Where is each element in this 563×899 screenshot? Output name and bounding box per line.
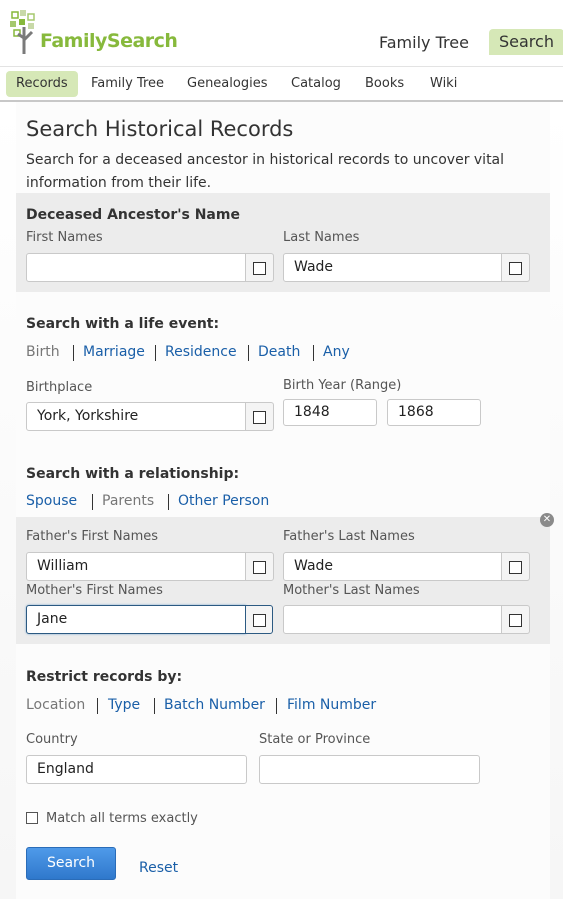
tab-birth[interactable]: Birth: [26, 344, 60, 360]
search-button[interactable]: Search: [26, 847, 116, 880]
familysearch-tree-logo-icon[interactable]: [10, 10, 40, 54]
mother-first-label: Mother's First Names: [26, 583, 163, 598]
country-input[interactable]: England: [26, 755, 247, 784]
site-header: FamilySearch Family Tree Search: [0, 0, 563, 66]
page-description: Search for a deceased ancestor in histor…: [26, 152, 505, 191]
father-first-input[interactable]: William: [26, 552, 246, 581]
tab-film-number[interactable]: Film Number: [287, 697, 376, 713]
tab-other-person[interactable]: Other Person: [178, 493, 269, 509]
mother-last-exact-checkbox[interactable]: [502, 605, 530, 634]
tab-separator: [313, 345, 314, 361]
first-names-label: First Names: [26, 230, 103, 245]
birthplace-label: Birthplace: [26, 380, 93, 395]
top-nav-family-tree[interactable]: Family Tree: [379, 33, 469, 52]
birthplace-input[interactable]: York, Yorkshire: [26, 402, 246, 431]
last-names-label: Last Names: [283, 230, 360, 245]
page-title: Search Historical Records: [26, 117, 294, 141]
subnav-catalog[interactable]: Catalog: [291, 71, 341, 97]
father-last-exact-checkbox[interactable]: [502, 552, 530, 581]
country-label: Country: [26, 732, 78, 747]
subnav-family-tree[interactable]: Family Tree: [91, 71, 164, 97]
sub-navigation: Records Family Tree Genealogies Catalog …: [0, 66, 563, 102]
tab-separator: [168, 494, 169, 510]
last-names-exact-checkbox[interactable]: [502, 253, 530, 282]
birth-year-from-input[interactable]: 1848: [283, 399, 377, 426]
tab-batch-number[interactable]: Batch Number: [164, 697, 265, 713]
logo-text[interactable]: FamilySearch: [40, 30, 178, 52]
tab-separator: [97, 698, 98, 714]
tab-separator: [155, 345, 156, 361]
top-nav-search[interactable]: Search: [489, 29, 563, 55]
tab-type[interactable]: Type: [108, 697, 140, 713]
tab-separator: [154, 698, 155, 714]
subnav-records[interactable]: Records: [6, 71, 78, 97]
subnav-genealogies[interactable]: Genealogies: [187, 71, 267, 97]
father-last-input[interactable]: Wade: [283, 552, 502, 581]
mother-last-input[interactable]: [283, 605, 502, 634]
mother-last-label: Mother's Last Names: [283, 583, 420, 598]
subnav-books[interactable]: Books: [365, 71, 404, 97]
subnav-wiki[interactable]: Wiki: [430, 71, 457, 97]
birthplace-exact-checkbox[interactable]: [246, 402, 274, 431]
tab-separator: [92, 494, 93, 510]
mother-first-input[interactable]: Jane: [26, 605, 246, 634]
life-event-title: Search with a life event:: [26, 316, 220, 332]
close-icon[interactable]: ✕: [540, 513, 554, 527]
first-names-input[interactable]: [26, 253, 246, 282]
birth-year-to-input[interactable]: 1868: [387, 399, 481, 426]
tab-residence[interactable]: Residence: [165, 344, 237, 360]
name-section-title: Deceased Ancestor's Name: [26, 207, 240, 223]
father-first-exact-checkbox[interactable]: [246, 552, 274, 581]
mother-first-exact-checkbox[interactable]: [245, 605, 273, 634]
tab-separator: [248, 345, 249, 361]
match-exact-checkbox[interactable]: [26, 812, 38, 824]
birth-year-label: Birth Year (Range): [283, 378, 402, 393]
tab-location[interactable]: Location: [26, 697, 85, 713]
state-label: State or Province: [259, 732, 371, 747]
last-names-input[interactable]: Wade: [283, 253, 502, 282]
restrict-title: Restrict records by:: [26, 669, 183, 685]
tab-death[interactable]: Death: [258, 344, 300, 360]
first-names-exact-checkbox[interactable]: [246, 253, 274, 282]
tab-marriage[interactable]: Marriage: [83, 344, 145, 360]
tab-separator: [73, 345, 74, 361]
reset-link[interactable]: Reset: [139, 860, 178, 876]
tab-parents[interactable]: Parents: [102, 493, 154, 509]
tab-separator: [276, 698, 277, 714]
tab-any[interactable]: Any: [323, 344, 350, 360]
match-exact-label[interactable]: Match all terms exactly: [46, 811, 198, 826]
father-last-label: Father's Last Names: [283, 529, 415, 544]
father-first-label: Father's First Names: [26, 529, 159, 544]
tab-spouse[interactable]: Spouse: [26, 493, 77, 509]
state-input[interactable]: [259, 755, 480, 784]
relationship-title: Search with a relationship:: [26, 466, 240, 482]
